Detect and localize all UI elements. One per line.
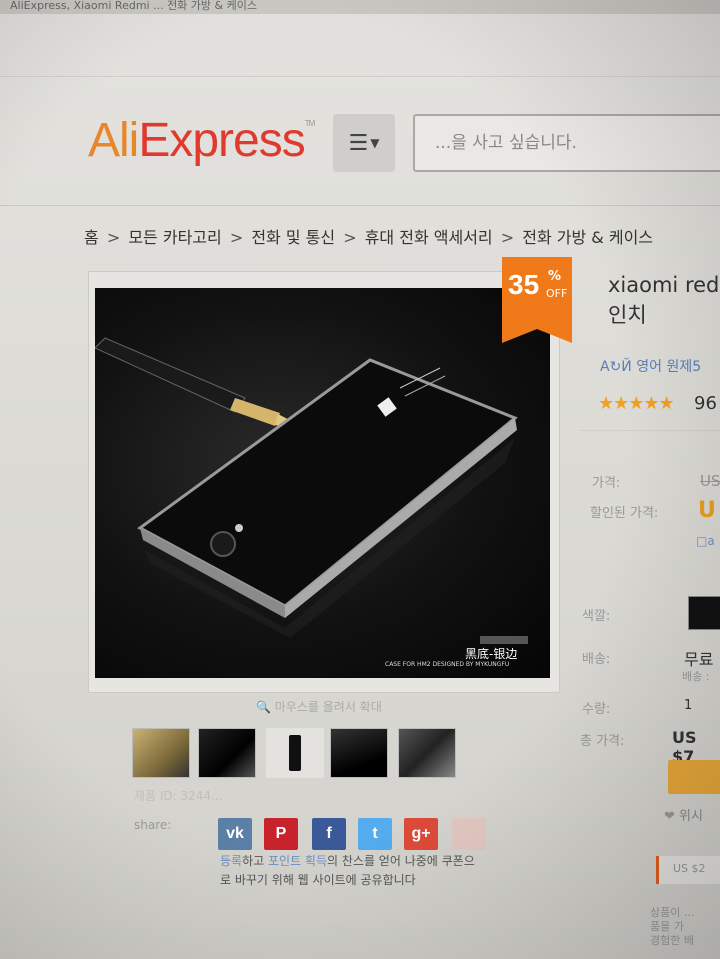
extra-share-icon[interactable] [452, 818, 486, 850]
wishlist-button[interactable]: ❤ 위시 [664, 805, 703, 824]
browser-toolbar [0, 14, 720, 77]
coupon-text-1: 하고 [242, 854, 268, 868]
shipping-value: 무료 [684, 650, 714, 669]
wishlist-label: 위시 [679, 809, 703, 824]
register-link[interactable]: 등록 [220, 854, 242, 868]
phone-case-photo [95, 337, 528, 644]
shipping-label: 배송: [582, 652, 611, 667]
logo-tm: TM [304, 119, 316, 128]
discount-percent: % [548, 269, 562, 284]
case-text-en: CASE FOR HM2 DESIGNED BY MYKUNGFU [385, 661, 510, 668]
breadcrumb-phones-telecom[interactable]: 전화 및 통신 [251, 228, 335, 247]
case-text-cn: 黑底-银边 [465, 647, 518, 661]
translate-toggle[interactable]: A↻Й 영어 원제5 [600, 356, 701, 376]
quantity-label: 수량: [582, 702, 611, 717]
coupon-share-text: 등록하고 포인트 획득의 찬스를 얻어 나중에 쿠폰으 로 바꾸기 위해 웹 사… [220, 852, 550, 890]
product-title: xiaomi red 인치 [608, 270, 719, 330]
logo-ali: Ali [88, 114, 139, 167]
translate-label: 영어 원제5 [636, 359, 702, 375]
thumbnail-5[interactable] [398, 728, 456, 778]
breadcrumb-home[interactable]: 홈 [84, 228, 99, 247]
coupon-value: US $2 [673, 862, 706, 875]
zoom-hint: 🔍 마우스를 올려서 확대 [256, 698, 382, 715]
product-main-image[interactable]: 黑底-银边 CASE FOR HM2 DESIGNED BY MYKUNGFU [95, 288, 550, 678]
header-divider [0, 205, 720, 206]
pinterest-share-icon[interactable]: P [264, 818, 298, 850]
points-link[interactable]: 포인트 획득 [268, 854, 327, 868]
discount-off: OFF [546, 287, 568, 300]
discount-badge: 35 % OFF [502, 257, 572, 343]
app-note-text: a [707, 534, 715, 548]
coupon-text-2: 의 찬스를 얻어 나중에 쿠폰으 [327, 854, 475, 868]
breadcrumb-all-categories[interactable]: 모든 카타고리 [128, 228, 221, 247]
share-label: share: [134, 818, 172, 832]
product-id: 제품 ID: 3244... [134, 789, 223, 803]
buy-now-button[interactable] [668, 760, 720, 794]
google-plus-share-icon[interactable]: g+ [404, 818, 438, 850]
magnifier-icon: 🔍 [256, 700, 275, 714]
hamburger-icon: ☰ [348, 130, 369, 156]
twitter-glyph: t [372, 825, 378, 842]
thumbnail-1[interactable] [132, 728, 190, 778]
breadcrumb-sep: > [229, 228, 244, 247]
rating-stars: ★★★★★ [598, 393, 675, 414]
rating-divider [580, 430, 720, 431]
search-box[interactable] [413, 114, 720, 172]
vk-share-icon[interactable]: vk [218, 818, 252, 850]
breadcrumb-sep: > [500, 228, 515, 247]
heart-icon: ❤ [664, 809, 680, 824]
search-input[interactable] [415, 116, 717, 170]
zoom-hint-text: 마우스를 올려서 확대 [274, 700, 382, 714]
category-menu-button[interactable]: ☰ ▼ [333, 114, 395, 172]
browser-tab-strip: AliExpress, Xiaomi Redmi ... 전화 가방 & 케이스 [0, 0, 720, 15]
vk-glyph: vk [226, 825, 244, 842]
note-line-3: 경험한 배 [650, 934, 694, 947]
thumbnail-3[interactable] [266, 728, 324, 778]
original-price: US [700, 472, 720, 490]
aliexpress-logo[interactable]: AliExpressTM [88, 113, 316, 168]
browser-tab-title: AliExpress, Xiaomi Redmi ... 전화 가방 & 케이스 [10, 0, 257, 12]
translate-icon: A↻Й [600, 359, 637, 375]
discount-number: 35 [508, 269, 540, 300]
price-label: 가격: [592, 476, 621, 491]
coupon-box[interactable]: US $2 [656, 856, 720, 884]
breadcrumb-phone-cases[interactable]: 전화 가방 & 케이스 [522, 228, 653, 247]
coupon-text-3: 로 바꾸기 위해 웹 사이트에 공유합니다 [220, 873, 416, 887]
breadcrumb-sep: > [343, 228, 357, 247]
app-price-note: □a [696, 534, 715, 548]
color-label: 색깔: [582, 609, 611, 624]
twitter-share-icon[interactable]: t [358, 818, 392, 850]
quantity-input[interactable]: 1 [684, 698, 692, 713]
note-line-1: 상품이 ... [650, 906, 695, 919]
breadcrumb: 홈 > 모든 카타고리 > 전화 및 통신 > 휴대 전화 액세서리 > 전화 … [84, 224, 653, 248]
google-plus-glyph: g+ [411, 825, 431, 842]
product-title-line-2: 인치 [608, 303, 647, 327]
shipping-sub: 배송 : [682, 670, 710, 683]
caret-down-icon: ▼ [370, 136, 380, 150]
thumbnail-4[interactable] [330, 728, 388, 778]
breadcrumb-sep: > [106, 228, 121, 247]
logo-express: Express [138, 114, 305, 167]
mobile-icon: □ [696, 534, 708, 548]
breadcrumb-phone-accessories[interactable]: 휴대 전화 액세서리 [365, 228, 493, 247]
buyer-protection-note: 상품이 ... 품을 가 경험한 배 [650, 906, 694, 948]
total-price-label: 총 가격: [580, 734, 625, 749]
discount-price-label: 할인된 가격: [590, 506, 659, 521]
facebook-share-icon[interactable]: f [312, 818, 346, 850]
note-line-2: 품을 가 [650, 920, 684, 933]
facebook-glyph: f [326, 825, 332, 842]
product-title-line-1: xiaomi red [608, 273, 720, 297]
discount-price: U [698, 498, 716, 523]
pinterest-glyph: P [275, 825, 287, 842]
color-swatch[interactable] [688, 596, 720, 630]
thumbnail-2[interactable] [198, 728, 256, 778]
rating-count[interactable]: 96 [694, 393, 717, 414]
